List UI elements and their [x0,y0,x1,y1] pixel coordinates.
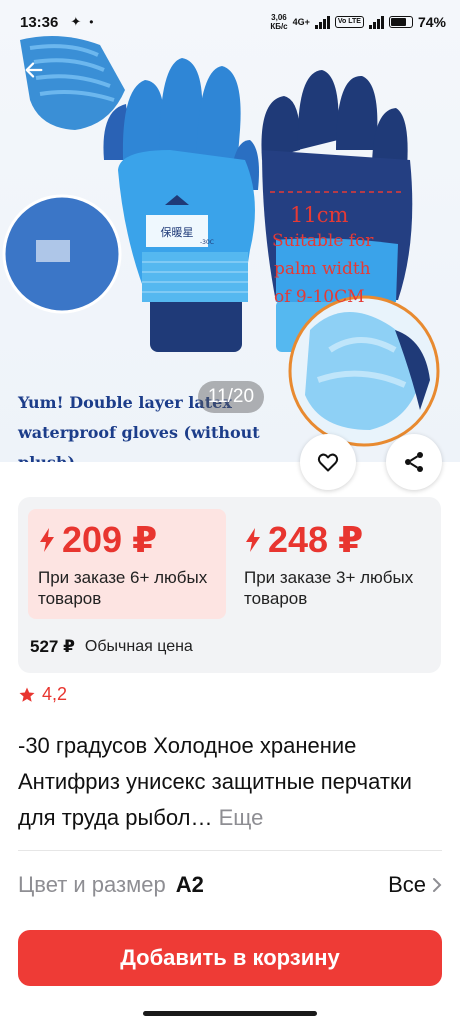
regular-price-row: 527 ₽ Обычная цена [30,637,193,657]
plush-detail-circle [288,295,440,447]
signal-icon [314,15,330,29]
share-button[interactable] [386,434,442,490]
tier-2-price: 248 ₽ [244,519,422,561]
left-glove-image: 保暖星 -30C [103,58,259,352]
notification-dot-icon: • [89,15,94,29]
network-speed-value: 3,06 [271,13,287,22]
glove-brand-text: 保暖星 [161,225,194,239]
heart-icon [317,453,339,472]
price-tier-1[interactable]: 209 ₽ При заказе 6+ любых товаров [28,509,226,619]
back-button[interactable] [14,50,54,90]
product-image-gallery[interactable]: 保暖星 -30C 11cm Suitable for palm width of… [0,0,460,462]
variant-selector[interactable]: Цвет и размер A2 Все [18,864,442,906]
star-icon [19,687,35,702]
size-annotation: 11cm [290,203,348,227]
image-counter: 11/20 [198,381,264,413]
tier-1-price: 209 ₽ [38,519,216,561]
status-time: 13:36 [20,13,59,31]
tier-2-price-value: 248 ₽ [268,519,364,560]
variant-value: A2 [175,872,204,897]
tier-1-price-value: 209 ₽ [62,519,158,560]
favorite-button[interactable] [300,434,356,490]
variant-label: Цвет и размер [18,872,166,897]
battery-percent: 74% [417,14,446,30]
add-to-cart-button[interactable]: Добавить в корзину [18,930,442,986]
regular-price-label: Обычная цена [84,638,193,655]
tier-2-condition: При заказе 3+ любых товаров [244,568,414,608]
lightning-icon [40,528,54,552]
regular-price: 527 ₽ [30,637,75,656]
gallery-caption: Yum! Double layer latex waterproof glove… [18,393,260,462]
notification-spark-icon: ✦ [70,14,82,29]
inset-detail-circle [2,194,122,314]
rating[interactable]: 4,2 [18,684,67,705]
network-type: 4G+ [292,17,310,27]
palm-width-annotation: Suitable for palm width of 9-10CM [272,231,379,307]
chevron-right-icon [433,878,442,892]
network-speed-unit: КБ/с [270,22,288,31]
share-icon [405,452,423,472]
show-more-link[interactable]: Еще [219,805,264,830]
signal-2-icon [368,15,384,29]
price-card: 209 ₽ При заказе 6+ любых товаров 248 ₽ … [18,497,441,673]
rating-value: 4,2 [42,684,68,704]
price-tier-2[interactable]: 248 ₽ При заказе 3+ любых товаров [234,509,432,619]
status-bar: 13:36 ✦ • 3,06 КБ/с 4G+ Vo LTE 74% [0,0,460,44]
arrow-left-icon [25,62,43,78]
battery-icon [388,16,413,28]
lightning-icon [246,528,260,552]
volte-icon: Vo LTE [334,16,364,28]
home-indicator[interactable] [143,1011,317,1016]
variant-all-link[interactable]: Все [388,872,442,898]
network-speed: 3,06 КБ/с [270,13,287,31]
variant-all-label: Все [388,872,426,897]
product-title: -30 градусов Холодное хранение Антифриз … [18,728,438,836]
glove-temperature-tag: -30C [200,239,214,246]
divider [18,850,442,851]
product-title-text: -30 градусов Холодное хранение Антифриз … [18,733,412,830]
tier-1-condition: При заказе 6+ любых товаров [38,568,208,608]
